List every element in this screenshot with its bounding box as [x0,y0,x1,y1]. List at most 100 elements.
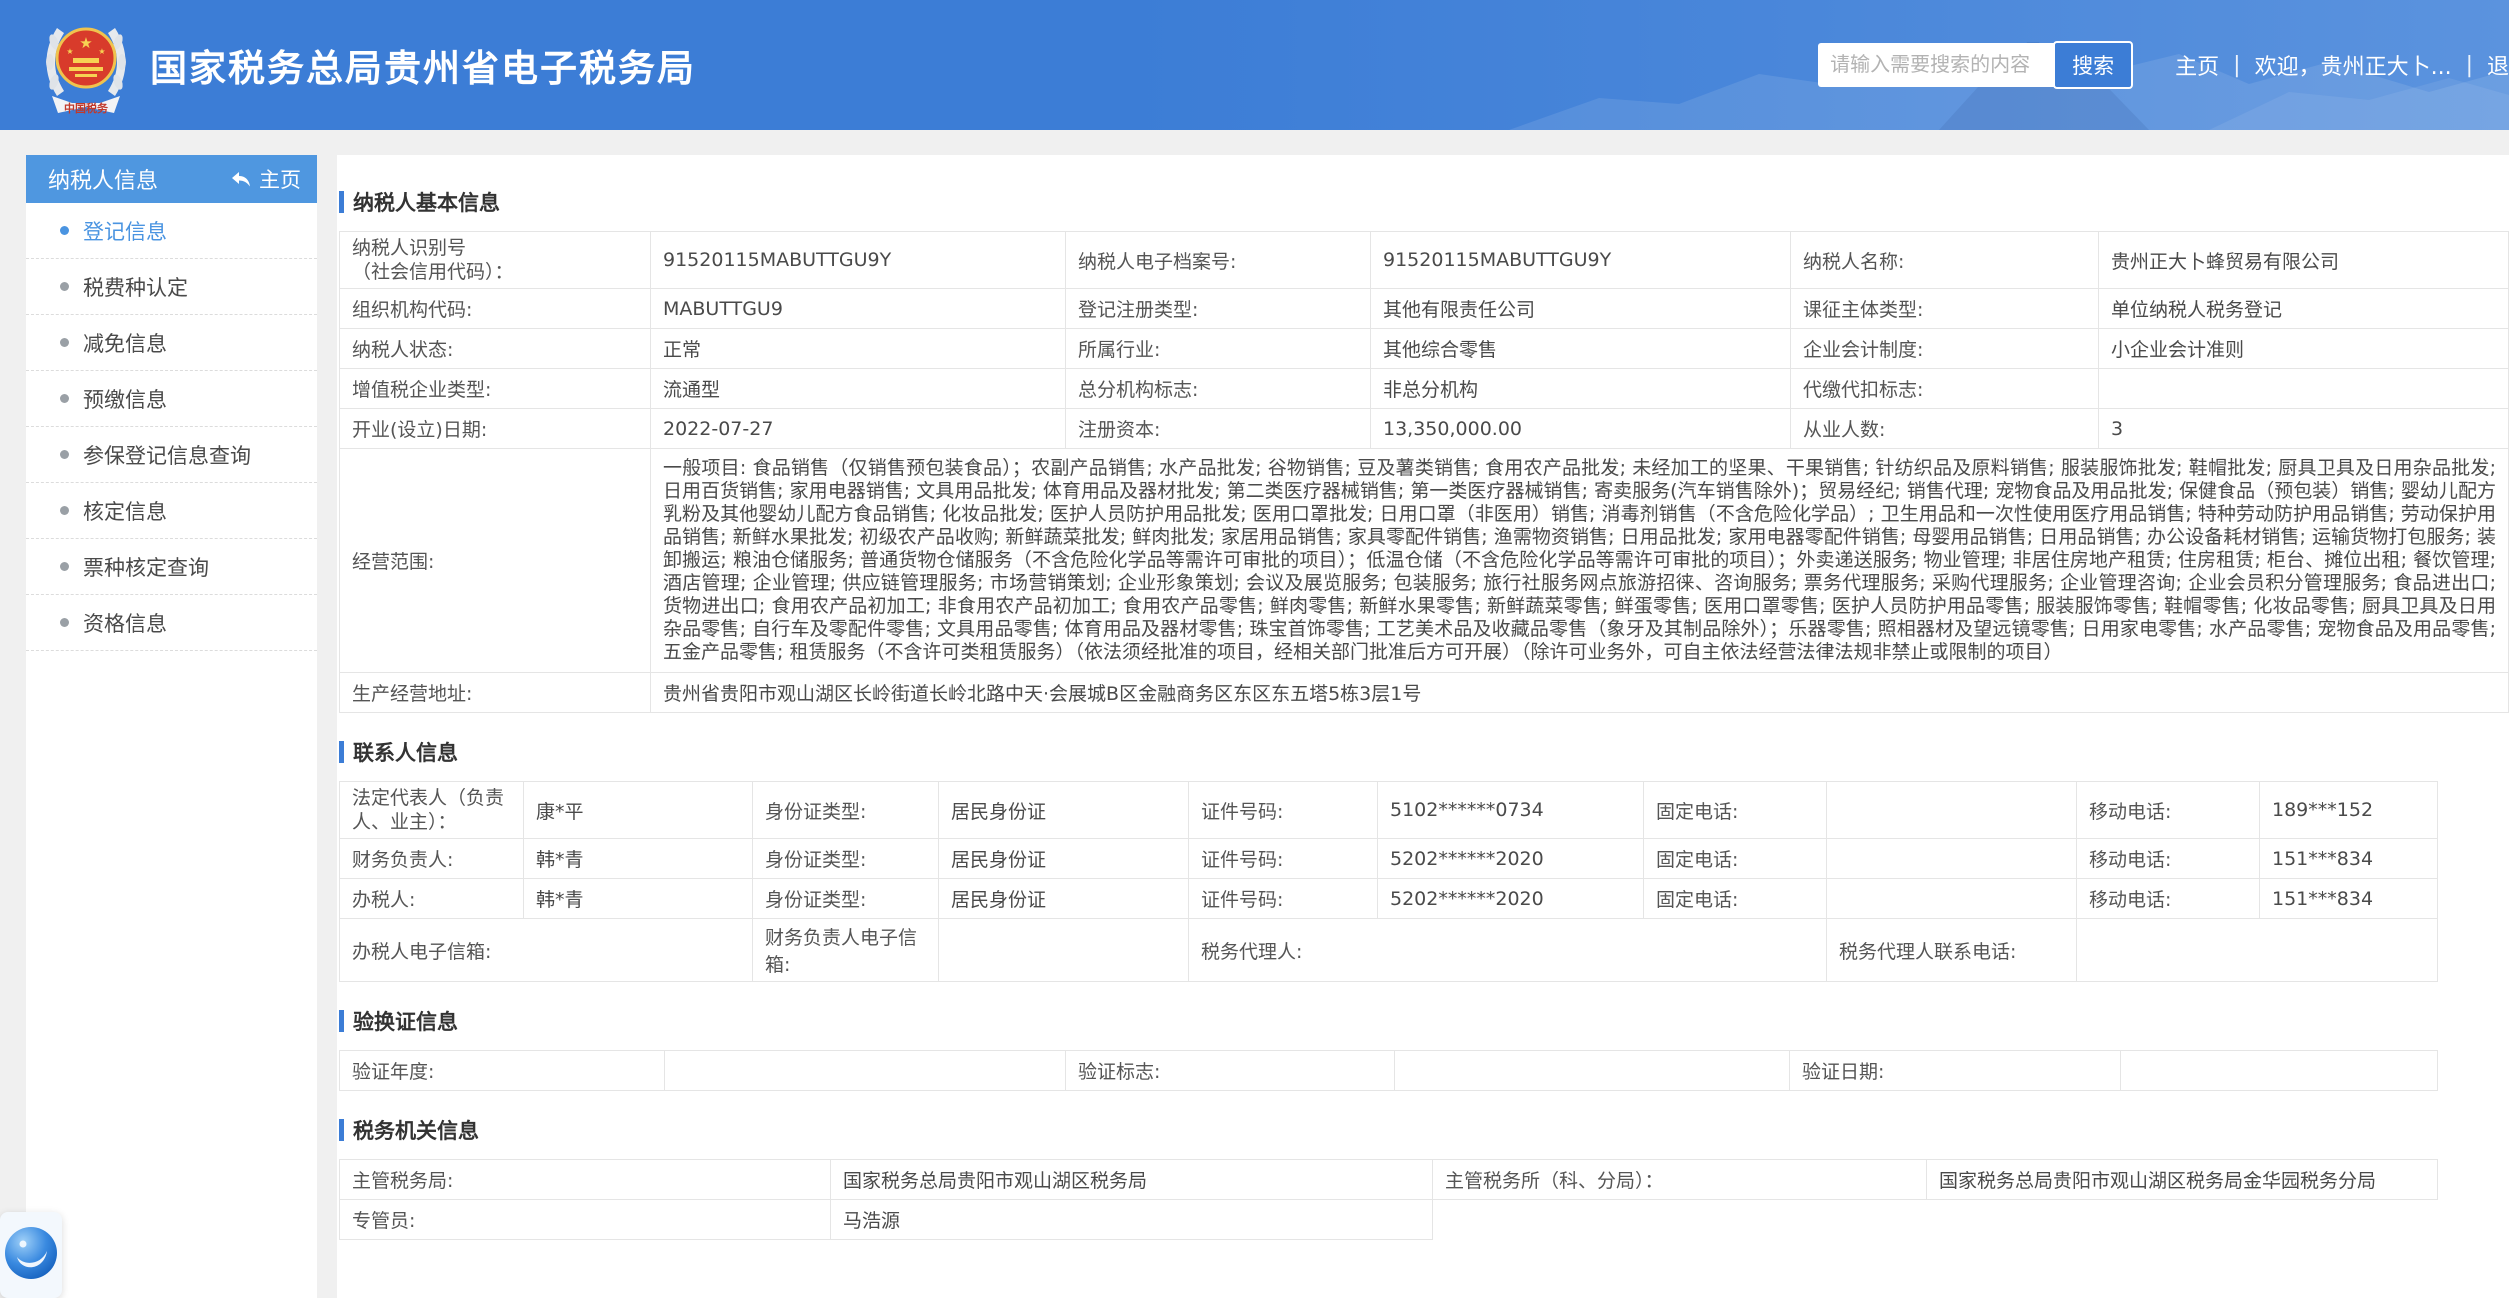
basic-info-table: 纳税人识别号 （社会信用代码）： 91520115MABUTTGU9Y 纳税人电… [339,231,2509,713]
nav-welcome-user[interactable]: 欢迎，贵州正大卜... [2255,49,2452,81]
sidebar-item-label: 减免信息 [83,328,167,358]
field-label: 专管员: [340,1200,831,1240]
search-button[interactable]: 搜索 [2053,41,2133,89]
field-label: 纳税人名称: [1791,232,2099,289]
svg-text:★: ★ [79,34,92,52]
table-row: 生产经营地址: 贵州省贵阳市观山湖区长岭街道长岭北路中天·会展城B区金融商务区东… [340,673,2509,713]
field-label: 财务负责人电子信箱: [753,919,939,982]
table-row: 法定代表人（负责 人、业主）： 康*平 身份证类型: 居民身份证 证件号码: 5… [340,782,2438,839]
field-label: 开业(设立)日期: [340,409,651,449]
field-value: 5202******2020 [1378,879,1644,919]
field-value: 2022-07-27 [651,409,1066,449]
section-bar [339,741,344,763]
section-title-text: 税务机关信息 [353,1115,479,1145]
section-bar [339,191,344,213]
sidebar-item-assessment-info[interactable]: 核定信息 [26,483,317,539]
search-box: 搜索 [1818,41,2133,89]
table-row: 专管员: 马浩源 [340,1200,2438,1240]
sidebar-title: 纳税人信息 [48,163,158,195]
contact-info-table: 法定代表人（负责 人、业主）： 康*平 身份证类型: 居民身份证 证件号码: 5… [339,781,2438,982]
field-value: 3 [2099,409,2509,449]
nav-home-link[interactable]: 主页 [2175,49,2219,81]
sidebar-item-invoice-type-query[interactable]: 票种核定查询 [26,539,317,595]
bullet-icon [60,618,69,627]
field-label: 移动电话: [2077,782,2260,839]
field-label: 移动电话: [2077,879,2260,919]
table-row: 办税人: 韩*青 身份证类型: 居民身份证 证件号码: 5202******20… [340,879,2438,919]
table-row: 开业(设立)日期: 2022-07-27 注册资本: 13,350,000.00… [340,409,2509,449]
top-nav: 主页 | 欢迎，贵州正大卜... | 退 [2175,49,2509,81]
field-value [1827,782,2077,839]
field-label: 办税人: [340,879,524,919]
brand: ★ ★ ★ 中国税务 国家税务总局贵州省电子税务局 [42,12,696,118]
field-label: 组织机构代码: [340,289,651,329]
field-value: 小企业会计准则 [2099,329,2509,369]
field-value [2121,1051,2438,1091]
field-label: 所属行业: [1066,329,1371,369]
field-value: 韩*青 [524,839,753,879]
field-label: 移动电话: [2077,839,2260,879]
field-value: 151***834 [2260,839,2438,879]
field-value: 其他综合零售 [1371,329,1791,369]
field-value: 韩*青 [524,879,753,919]
header-right: 搜索 主页 | 欢迎，贵州正大卜... | 退 [1818,0,2509,130]
field-value: 其他有限责任公司 [1371,289,1791,329]
section-title-contact-info: 联系人信息 [339,737,2509,767]
field-label: 办税人电子信箱: [340,919,753,982]
field-label: 纳税人电子档案号: [1066,232,1371,289]
field-value [2077,919,2438,982]
field-label: 验证标志: [1066,1051,1395,1091]
section-bar [339,1010,344,1032]
tax-emblem-logo: ★ ★ ★ 中国税务 [42,12,130,118]
section-title-tax-authority-info: 税务机关信息 [339,1115,2509,1145]
main-content: 纳税人基本信息 纳税人识别号 （社会信用代码）： 91520115MABUTTG… [337,155,2509,1298]
bullet-icon [60,506,69,515]
table-row: 主管税务局: 国家税务总局贵阳市观山湖区税务局 主管税务所（科、分局）： 国家税… [340,1160,2438,1200]
field-value [1395,1051,1790,1091]
field-label: 课征主体类型: [1791,289,2099,329]
svg-text:★: ★ [98,47,105,56]
field-value: 单位纳税人税务登记 [2099,289,2509,329]
svg-text:中国税务: 中国税务 [64,101,109,115]
sidebar-item-label: 参保登记信息查询 [83,440,251,470]
bullet-icon [60,338,69,347]
field-label: 纳税人识别号 （社会信用代码）： [340,232,651,289]
sidebar-item-qualification-info[interactable]: 资格信息 [26,595,317,651]
svg-text:★: ★ [66,47,73,56]
field-label: 验证年度: [340,1051,665,1091]
table-row: 纳税人状态: 正常 所属行业: 其他综合零售 企业会计制度: 小企业会计准则 [340,329,2509,369]
customer-service-widget[interactable] [0,1212,62,1298]
back-to-home-button[interactable]: 主页 [231,164,301,194]
page: { "colors": { "header_blue": "#3c7dd6", … [0,0,2509,1298]
search-input[interactable] [1818,43,2056,87]
sidebar-item-insurance-query[interactable]: 参保登记信息查询 [26,427,317,483]
sidebar: 纳税人信息 主页 登记信息 税费种认定 减免信息 预缴信息 参保登记信息查询 核… [26,155,317,1298]
sidebar-item-reduction-info[interactable]: 减免信息 [26,315,317,371]
field-label: 证件号码: [1189,879,1378,919]
field-label: 证件号码: [1189,839,1378,879]
sidebar-item-prepayment-info[interactable]: 预缴信息 [26,371,317,427]
field-value: 居民身份证 [939,879,1189,919]
section-title-text: 联系人信息 [353,737,458,767]
nav-logout-link[interactable]: 退 [2487,49,2509,81]
field-label: 主管税务局: [340,1160,831,1200]
field-label: 总分机构标志: [1066,369,1371,409]
sidebar-item-registration-info[interactable]: 登记信息 [26,203,317,259]
field-value [2099,369,2509,409]
field-value: 正常 [651,329,1066,369]
empty-cell [1433,1200,2438,1240]
section-title-text: 验换证信息 [353,1006,458,1036]
section-bar [339,1119,344,1141]
sidebar-item-tax-type[interactable]: 税费种认定 [26,259,317,315]
table-row: 组织机构代码: MABUTTGU9 登记注册类型: 其他有限责任公司 课征主体类… [340,289,2509,329]
tax-officer-value: 马浩源 [831,1200,1433,1240]
field-label: 法定代表人（负责 人、业主）： [340,782,524,839]
sidebar-item-label: 资格信息 [83,608,167,638]
business-scope-value: 一般项目: 食品销售（仅销售预包装食品）；农副产品销售; 水产品批发; 谷物销售… [651,449,2509,673]
field-label: 证件号码: [1189,782,1378,839]
section-title-basic-info: 纳税人基本信息 [339,187,2509,217]
field-label: 从业人数: [1791,409,2099,449]
table-row: 经营范围: 一般项目: 食品销售（仅销售预包装食品）；农副产品销售; 水产品批发… [340,449,2509,673]
table-row: 验证年度: 验证标志: 验证日期: [340,1051,2438,1091]
field-value: 非总分机构 [1371,369,1791,409]
